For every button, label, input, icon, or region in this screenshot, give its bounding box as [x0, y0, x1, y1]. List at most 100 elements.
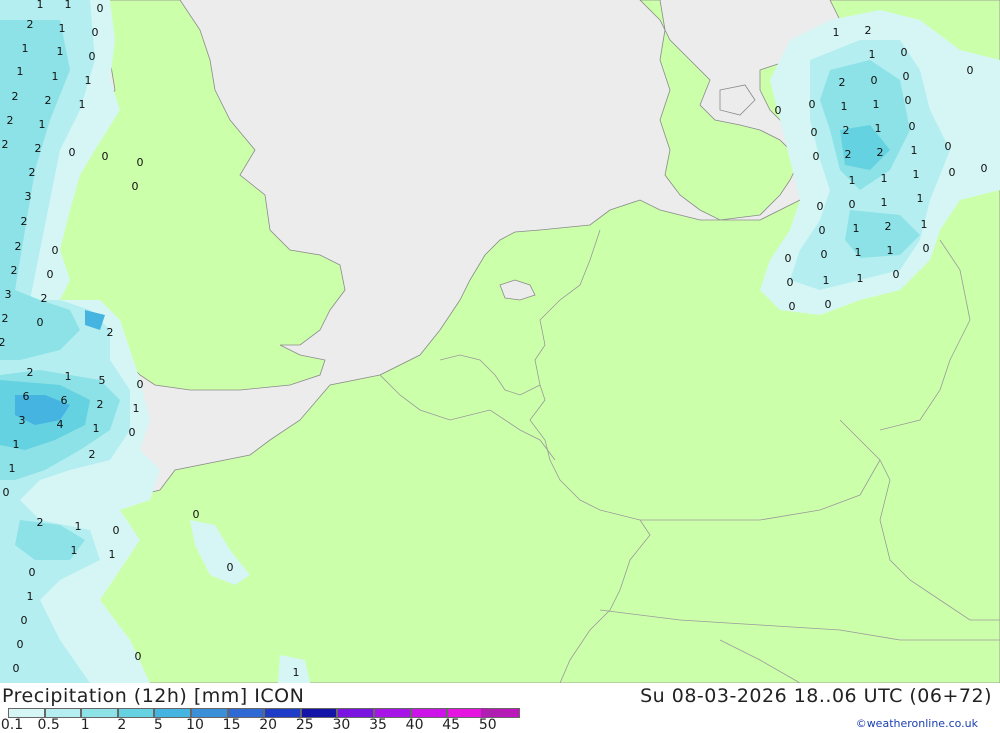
- map-value-label: 0: [967, 64, 974, 77]
- map-value-label: 0: [13, 662, 20, 675]
- map-value-label: 2: [885, 220, 892, 233]
- map-value-label: 0: [137, 156, 144, 169]
- map-value-label: 0: [89, 50, 96, 63]
- credit-link[interactable]: ©weatheronline.co.uk: [856, 717, 978, 730]
- scale-label: 25: [295, 717, 314, 733]
- map-value-label: 2: [7, 114, 14, 127]
- map-value-label: 1: [875, 122, 882, 135]
- map-value-label: 0: [871, 74, 878, 87]
- map-value-label: 0: [29, 566, 36, 579]
- map-value-label: 1: [857, 272, 864, 285]
- map-value-label: 5: [99, 374, 106, 387]
- precipitation-map[interactable]: 1 1 0 2 1 0 1 1 0 1 1 1 2 2 1 2 1 2 2 0 0 0 2 0 3 2 0 2 2 0 3 2 2 0 2 2 2 1 5 0…: [0, 0, 1000, 683]
- map-value-label: 0: [949, 166, 956, 179]
- map-value-label: 1: [849, 174, 856, 187]
- map-value-label: 0: [905, 94, 912, 107]
- map-value-label: 3: [5, 288, 12, 301]
- map-value-label: 0: [813, 150, 820, 163]
- map-value-label: 1: [9, 462, 16, 475]
- map-value-label: 4: [57, 418, 64, 431]
- map-title: Precipitation (12h) [mm] ICON: [2, 685, 305, 707]
- map-value-label: 2: [41, 292, 48, 305]
- map-value-label: 2: [0, 336, 6, 349]
- map-value-label: 2: [89, 448, 96, 461]
- scale-labels: 0.1 0.5 1 2 5 10 15 20 25 30 35 40 45 50: [0, 717, 520, 733]
- map-value-label: 2: [107, 326, 114, 339]
- map-value-label: 3: [25, 190, 32, 203]
- map-value-label: 1: [911, 144, 918, 157]
- map-value-label: 1: [293, 666, 300, 679]
- map-value-label: 0: [135, 650, 142, 663]
- map-value-label: 0: [37, 316, 44, 329]
- map-value-label: 2: [97, 398, 104, 411]
- scale-label: 5: [153, 717, 163, 733]
- map-value-label: 1: [873, 98, 880, 111]
- scale-label: 20: [259, 717, 278, 733]
- map-value-label: 0: [17, 638, 24, 651]
- map-value-label: 0: [47, 268, 54, 281]
- scale-label: 15: [222, 717, 241, 733]
- map-value-label: 0: [825, 298, 832, 311]
- map-value-label: 2: [27, 366, 34, 379]
- map-value-label: 2: [37, 516, 44, 529]
- map-value-label: 0: [787, 276, 794, 289]
- map-value-label: 2: [45, 94, 52, 107]
- forecast-time: Su 08-03-2026 18..06 UTC (06+72): [640, 685, 992, 707]
- map-value-label: 2: [12, 90, 19, 103]
- map-value-label: 1: [869, 48, 876, 61]
- scale-label: 45: [442, 717, 461, 733]
- map-value-label: 1: [913, 168, 920, 181]
- map-value-label: 0: [97, 2, 104, 15]
- map-value-label: 2: [2, 138, 9, 151]
- map-value-label: 0: [227, 561, 234, 574]
- map-value-label: 1: [13, 438, 20, 451]
- map-value-label: 1: [833, 26, 840, 39]
- map-value-label: 0: [893, 268, 900, 281]
- map-value-label: 2: [11, 264, 18, 277]
- map-value-label: 0: [849, 198, 856, 211]
- map-value-label: 1: [109, 548, 116, 561]
- map-value-label: 0: [137, 378, 144, 391]
- map-value-label: 0: [129, 426, 136, 439]
- map-value-label: 1: [17, 65, 24, 78]
- map-value-label: 0: [3, 486, 10, 499]
- scale-label: 0.1: [0, 717, 24, 733]
- map-value-label: 1: [93, 422, 100, 435]
- map-value-label: 0: [903, 70, 910, 83]
- map-value-label: 1: [39, 118, 46, 131]
- map-value-label: 1: [59, 22, 66, 35]
- scale-label: 40: [405, 717, 424, 733]
- map-value-label: 0: [785, 252, 792, 265]
- map-value-label: 0: [21, 614, 28, 627]
- map-value-label: 1: [881, 172, 888, 185]
- scale-label: 10: [186, 717, 204, 733]
- map-value-label: 1: [22, 42, 29, 55]
- map-value-label: 0: [69, 146, 76, 159]
- map-value-label: 1: [57, 45, 64, 58]
- map-value-label: 1: [853, 222, 860, 235]
- map-value-label: 0: [132, 180, 139, 193]
- map-value-label: 0: [981, 162, 988, 175]
- map-value-label: 0: [775, 104, 782, 117]
- map-value-label: 1: [79, 98, 86, 111]
- map-value-label: 0: [809, 98, 816, 111]
- map-value-label: 2: [29, 166, 36, 179]
- scale-label: 50: [478, 717, 497, 733]
- map-value-label: 6: [61, 394, 68, 407]
- scale-label: 2: [117, 717, 127, 733]
- map-value-label: 1: [65, 0, 72, 11]
- map-value-label: 0: [811, 126, 818, 139]
- map-value-label: 1: [823, 274, 830, 287]
- map-value-label: 1: [27, 590, 34, 603]
- map-value-label: 0: [92, 26, 99, 39]
- map-value-label: 1: [65, 370, 72, 383]
- legend-panel: Precipitation (12h) [mm] ICON Su 08-03-2…: [0, 683, 1000, 733]
- map-value-label: 1: [921, 218, 928, 231]
- map-canvas: 1 1 0 2 1 0 1 1 0 1 1 1 2 2 1 2 1 2 2 0 0 0 2 0 3 2 0 2 2 0 3 2 2 0 2 2 2 1 5 0…: [0, 0, 1000, 683]
- map-value-label: 1: [71, 544, 78, 557]
- map-value-label: 2: [845, 148, 852, 161]
- map-value-label: 1: [133, 402, 140, 415]
- map-value-label: 0: [817, 200, 824, 213]
- map-value-label: 0: [52, 244, 59, 257]
- map-value-label: 0: [789, 300, 796, 313]
